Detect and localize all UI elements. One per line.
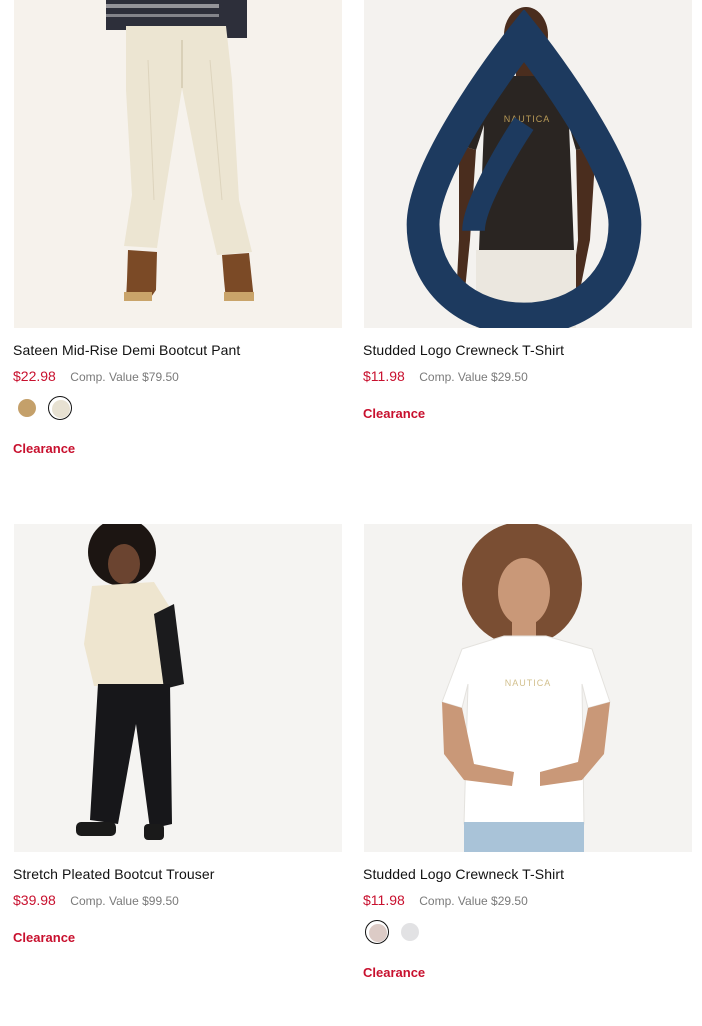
color-swatch-light-gray[interactable] — [398, 920, 422, 944]
product-image[interactable]: NAUTICA — [364, 524, 692, 852]
product-image[interactable] — [14, 0, 342, 328]
comp-value: Comp. Value $99.50 — [70, 894, 179, 908]
color-swatch-tan[interactable] — [15, 396, 39, 420]
color-swatch-blush[interactable] — [365, 920, 389, 944]
swatch-color — [401, 923, 419, 941]
product-title[interactable]: Studded Logo Crewneck T-Shirt — [363, 342, 564, 358]
price-row: $11.98 Comp. Value $29.50 — [363, 368, 528, 386]
product-title[interactable]: Sateen Mid-Rise Demi Bootcut Pant — [13, 342, 240, 358]
product-image[interactable] — [14, 524, 342, 852]
product-photo-tshirt-white: NAUTICA — [364, 524, 692, 852]
comp-value: Comp. Value $29.50 — [419, 894, 528, 908]
product-photo-pant — [14, 0, 342, 328]
swatch-color — [369, 924, 387, 942]
color-swatch-cream[interactable] — [48, 396, 72, 420]
image-logo-text: NAUTICA — [505, 678, 552, 688]
sale-price: $11.98 — [363, 368, 405, 384]
comp-value: Comp. Value $79.50 — [70, 370, 179, 384]
clearance-badge: Clearance — [13, 930, 76, 945]
comp-value: Comp. Value $29.50 — [419, 370, 528, 384]
product-image[interactable]: NAUTICA — [364, 0, 692, 328]
clearance-badge: Clearance — [363, 965, 426, 980]
swatch-color — [18, 399, 36, 417]
product-photo-trouser — [14, 524, 342, 852]
price-row: $11.98 Comp. Value $29.50 — [363, 892, 528, 910]
sale-price: $22.98 — [13, 368, 56, 384]
clearance-badge: Clearance — [13, 441, 76, 456]
swatch-color — [52, 400, 70, 418]
sale-price: $39.98 — [13, 892, 56, 908]
clearance-badge: Clearance — [363, 406, 426, 421]
price-row: $22.98 Comp. Value $79.50 — [13, 368, 179, 386]
product-title[interactable]: Studded Logo Crewneck T-Shirt — [363, 866, 564, 882]
product-title[interactable]: Stretch Pleated Bootcut Trouser — [13, 866, 215, 882]
water-drop-icon — [406, 10, 642, 328]
sale-price: $11.98 — [363, 892, 405, 908]
price-row: $39.98 Comp. Value $99.50 — [13, 892, 179, 910]
